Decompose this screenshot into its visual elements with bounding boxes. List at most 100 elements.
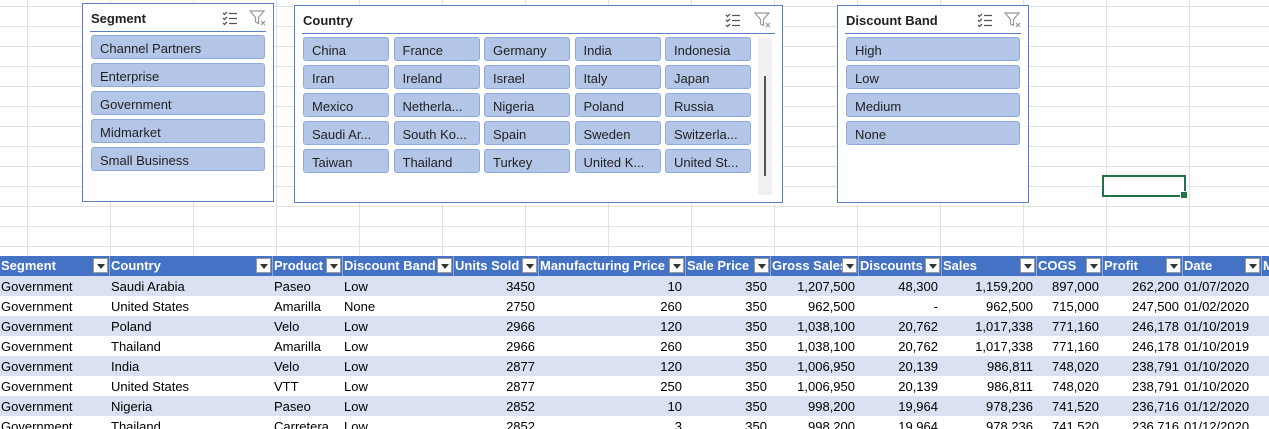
table-cell[interactable]: 20,762 [859, 316, 942, 336]
table-cell[interactable]: 262,200 [1103, 276, 1183, 296]
table-cell[interactable]: 260 [539, 336, 686, 356]
country-slicer-item[interactable]: Sweden [574, 121, 661, 145]
table-cell[interactable]: None [343, 296, 454, 316]
table-cell[interactable]: 19,964 [859, 416, 942, 429]
country-slicer-item[interactable]: India [574, 37, 661, 61]
table-cell[interactable]: 2852 [454, 416, 539, 429]
filter-dropdown-icon[interactable] [1086, 258, 1101, 273]
multi-select-icon[interactable] [976, 11, 994, 29]
table-cell[interactable]: 1,038,100 [771, 316, 859, 336]
table-cell[interactable]: 20,762 [859, 336, 942, 356]
table-row[interactable]: Government Nigeria Paseo Low 2852 10 350 998,20… [0, 396, 1269, 416]
filter-dropdown-icon[interactable] [326, 258, 341, 273]
segment-slicer-item[interactable]: Small Business [91, 147, 265, 171]
country-slicer-item[interactable]: Japan [665, 65, 751, 89]
filter-dropdown-icon[interactable] [522, 258, 537, 273]
table-cell[interactable]: 2877 [454, 376, 539, 396]
table-cell[interactable]: Government [0, 396, 110, 416]
country-slicer-item[interactable]: Iran [303, 65, 389, 89]
table-cell[interactable]: 350 [686, 376, 771, 396]
table-cell[interactable]: 978,236 [942, 396, 1037, 416]
table-cell[interactable]: 01/10/2020 [1183, 376, 1262, 396]
table-cell[interactable]: Low [343, 376, 454, 396]
table-cell[interactable]: 350 [686, 336, 771, 356]
clear-filter-icon[interactable] [754, 11, 772, 29]
discount-band-slicer-item[interactable]: High [846, 37, 1020, 61]
table-cell[interactable]: India [110, 356, 273, 376]
table-cell[interactable]: 01/12/2020 [1183, 416, 1262, 429]
table-cell[interactable]: Government [0, 336, 110, 356]
table-cell[interactable]: 48,300 [859, 276, 942, 296]
table-row[interactable]: Government India Velo Low 2877 120 350 1,006,95… [0, 356, 1269, 376]
table-cell[interactable]: 01/10/2019 [1183, 336, 1262, 356]
table-cell[interactable]: Paseo [273, 396, 343, 416]
table-cell[interactable]: 20,139 [859, 376, 942, 396]
table-cell[interactable]: 962,500 [771, 296, 859, 316]
table-cell[interactable]: 897,000 [1037, 276, 1103, 296]
country-slicer-item[interactable]: South Ko... [393, 121, 480, 145]
table-cell[interactable]: 19,964 [859, 396, 942, 416]
table-cell[interactable]: 250 [539, 376, 686, 396]
segment-slicer-item[interactable]: Government [91, 91, 265, 115]
filter-dropdown-icon[interactable] [1245, 258, 1260, 273]
table-cell[interactable]: 01/07/2020 [1183, 276, 1262, 296]
country-slicer-item[interactable]: Netherla... [393, 93, 480, 117]
table-cell[interactable]: Velo [273, 356, 343, 376]
table-row[interactable]: Government United States VTT Low 2877 250 350 1… [0, 376, 1269, 396]
table-cell[interactable]: United States [110, 296, 273, 316]
table-cell[interactable]: Velo [273, 316, 343, 336]
table-cell[interactable]: Low [343, 416, 454, 429]
table-cell[interactable]: 715,000 [1037, 296, 1103, 316]
table-cell[interactable]: Government [0, 356, 110, 376]
country-slicer-item[interactable]: Ireland [393, 65, 480, 89]
table-cell[interactable]: 120 [539, 316, 686, 336]
country-slicer-item[interactable]: Israel [484, 65, 570, 89]
table-cell[interactable]: Low [343, 396, 454, 416]
table-cell[interactable]: Thailand [110, 416, 273, 429]
multi-select-icon[interactable] [724, 11, 742, 29]
table-cell[interactable]: 120 [539, 356, 686, 376]
table-cell[interactable]: 3450 [454, 276, 539, 296]
table-cell[interactable]: 238,791 [1103, 376, 1183, 396]
segment-slicer-item[interactable]: Channel Partners [91, 35, 265, 59]
country-slicer-scrollbar[interactable] [758, 38, 772, 195]
table-cell[interactable]: Amarilla [273, 296, 343, 316]
table-cell[interactable]: 978,236 [942, 416, 1037, 429]
table-cell[interactable]: Government [0, 416, 110, 429]
table-cell[interactable]: Low [343, 276, 454, 296]
table-cell[interactable]: 3 [539, 416, 686, 429]
country-slicer-item[interactable]: Turkey [484, 149, 570, 173]
country-slicer-item[interactable]: Italy [574, 65, 661, 89]
table-cell[interactable]: 01/10/2020 [1183, 356, 1262, 376]
filter-dropdown-icon[interactable] [437, 258, 452, 273]
table-cell[interactable]: 01/02/2020 [1183, 296, 1262, 316]
filter-dropdown-icon[interactable] [1020, 258, 1035, 273]
table-cell[interactable]: 2966 [454, 316, 539, 336]
segment-slicer-item[interactable]: Midmarket [91, 119, 265, 143]
table-cell[interactable]: 350 [686, 276, 771, 296]
country-slicer-item[interactable]: France [393, 37, 480, 61]
table-cell[interactable]: Saudi Arabia [110, 276, 273, 296]
table-cell[interactable]: 986,811 [942, 356, 1037, 376]
table-cell[interactable]: 741,520 [1037, 396, 1103, 416]
table-cell[interactable]: Government [0, 316, 110, 336]
selected-cell[interactable] [1102, 175, 1188, 199]
multi-select-icon[interactable] [221, 9, 239, 27]
table-cell[interactable]: 748,020 [1037, 376, 1103, 396]
table-cell[interactable]: 350 [686, 416, 771, 429]
table-cell[interactable]: 2852 [454, 396, 539, 416]
country-slicer-item[interactable]: Indonesia [665, 37, 751, 61]
discount-band-slicer-item[interactable]: Medium [846, 93, 1020, 117]
country-slicer-item[interactable]: United K... [574, 149, 661, 173]
table-cell[interactable]: 1,006,950 [771, 356, 859, 376]
table-cell[interactable]: United States [110, 376, 273, 396]
table-cell[interactable]: 246,178 [1103, 316, 1183, 336]
table-cell[interactable]: 238,791 [1103, 356, 1183, 376]
table-cell[interactable]: Government [0, 296, 110, 316]
table-cell[interactable]: Nigeria [110, 396, 273, 416]
table-cell[interactable]: 1,159,200 [942, 276, 1037, 296]
discount-band-slicer-item[interactable]: None [846, 121, 1020, 145]
table-cell[interactable]: 771,160 [1037, 316, 1103, 336]
discount-band-slicer-item[interactable]: Low [846, 65, 1020, 89]
scroll-thumb[interactable] [764, 76, 766, 176]
